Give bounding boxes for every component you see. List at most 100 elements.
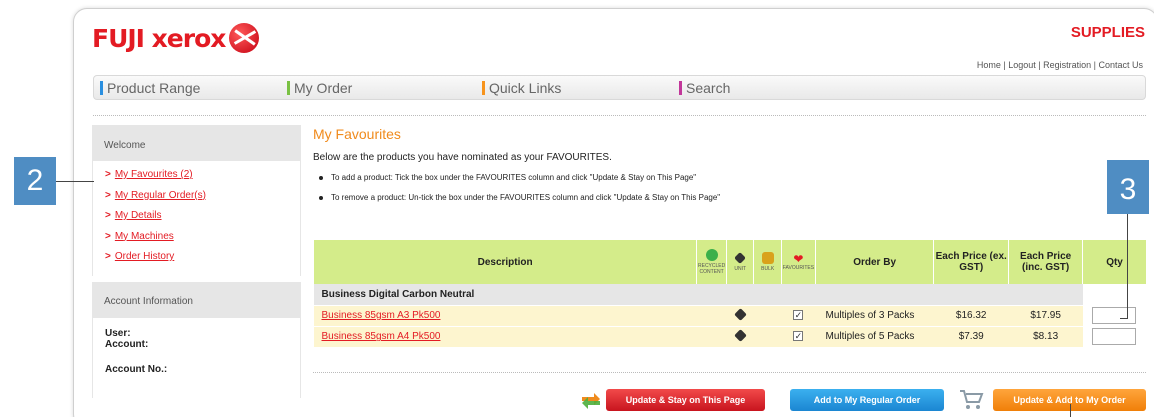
sidebar-item-label[interactable]: My Regular Order(s) bbox=[115, 190, 206, 201]
unit-icon bbox=[733, 307, 747, 321]
nav-label: Quick Links bbox=[489, 80, 562, 96]
page: FUJI xerox SUPPLIES Home | Logout | Regi… bbox=[0, 0, 1154, 417]
sidebar-item-label[interactable]: Order History bbox=[115, 251, 174, 262]
col-favourites: ❤ FAVOURITES bbox=[780, 240, 816, 284]
add-regular-order-button[interactable]: Add to My Regular Order bbox=[790, 389, 944, 411]
col-order-by: Order By bbox=[814, 240, 934, 284]
recycle-icon bbox=[705, 249, 718, 261]
product-link[interactable]: Business 85gsm A3 Pk500 bbox=[322, 310, 441, 321]
sidebar-menu: > My Favourites (2) > My Regular Order(s) … bbox=[92, 161, 301, 276]
recycled-cell bbox=[696, 304, 727, 326]
account-label: Account: bbox=[105, 338, 149, 350]
col-label: UNIT bbox=[734, 266, 747, 272]
col-unit: UNIT bbox=[726, 240, 754, 284]
cart-icon bbox=[960, 390, 984, 409]
update-stay-button[interactable]: Update & Stay on This Page bbox=[606, 389, 765, 411]
sidebar-item-label[interactable]: My Favourites (2) bbox=[115, 169, 193, 180]
home-link[interactable]: Home bbox=[977, 60, 1001, 70]
divider bbox=[93, 115, 1146, 116]
col-price-ex: Each Price (ex. GST) bbox=[933, 240, 1009, 284]
page-title: My Favourites bbox=[313, 126, 401, 142]
top-links: Home | Logout | Registration | Contact U… bbox=[977, 60, 1143, 70]
favourite-cell: ✓ bbox=[781, 325, 816, 347]
arrow-icon: > bbox=[105, 230, 111, 242]
qty-input[interactable] bbox=[1092, 307, 1137, 324]
unit-icon bbox=[733, 328, 747, 342]
instruction-item: To remove a product: Un-tick the box und… bbox=[319, 193, 1143, 213]
sidebar-item-my-machines[interactable]: > My Machines bbox=[105, 227, 300, 248]
table-header: Description RECYCLED CONTENT UNIT BULK ❤… bbox=[312, 240, 1146, 284]
callout-marker: 3 bbox=[1107, 160, 1149, 214]
nav-my-order[interactable]: My Order bbox=[287, 80, 352, 96]
bulk-cell bbox=[753, 304, 782, 326]
account-information-heading: Account Information bbox=[92, 281, 301, 318]
qty-cell bbox=[1082, 325, 1146, 347]
price-inc-cell: $8.13 bbox=[1008, 325, 1083, 347]
bulk-box-icon bbox=[761, 252, 774, 264]
instruction-text: To remove a product: Un-tick the box und… bbox=[331, 193, 721, 202]
arrow-icon: > bbox=[105, 210, 111, 221]
callout-leader bbox=[1070, 404, 1071, 417]
intro-text: Below are the products you have nominate… bbox=[313, 152, 612, 163]
price-ex-cell: $7.39 bbox=[933, 325, 1009, 347]
table-row: Business 85gsm A4 Pk500 ✓ Multiples of 5… bbox=[313, 325, 1146, 347]
nav-label: Search bbox=[686, 80, 731, 96]
logo-text: FUJI xerox bbox=[92, 23, 226, 53]
price-ex-cell: $16.32 bbox=[933, 304, 1009, 326]
recycled-cell bbox=[696, 325, 727, 347]
col-bulk: BULK bbox=[753, 240, 782, 284]
sidebar-item-label[interactable]: My Machines bbox=[115, 231, 174, 242]
unit-icon bbox=[734, 252, 747, 264]
nav-marker-icon bbox=[287, 81, 290, 95]
logout-link[interactable]: Logout bbox=[1008, 60, 1036, 70]
bullet-icon bbox=[319, 175, 323, 180]
favourite-checkbox[interactable]: ✓ bbox=[793, 331, 804, 342]
col-label: FAVOURITES bbox=[782, 265, 815, 271]
bulk-cell bbox=[753, 325, 782, 347]
nav-quick-links[interactable]: Quick Links bbox=[482, 80, 561, 96]
instruction-text: To add a product: Tick the box under the… bbox=[331, 173, 697, 182]
fuji-xerox-logo[interactable]: FUJI xerox bbox=[92, 23, 260, 53]
sidebar-item-my-favourites[interactable]: > My Favourites (2) bbox=[105, 165, 300, 186]
favourite-checkbox[interactable]: ✓ bbox=[793, 310, 804, 320]
col-label: BULK bbox=[761, 266, 775, 272]
heart-icon: ❤ bbox=[793, 252, 804, 266]
order-by-cell: Multiples of 5 Packs bbox=[815, 325, 934, 347]
qty-cell bbox=[1082, 304, 1146, 326]
welcome-heading: Welcome bbox=[92, 125, 301, 161]
sidebar: Welcome > My Favourites (2) > My Regular O… bbox=[92, 125, 301, 398]
nav-product-range[interactable]: Product Range bbox=[100, 80, 200, 96]
nav-marker-icon bbox=[100, 81, 103, 95]
nav-marker-icon bbox=[679, 81, 682, 95]
separator: | bbox=[1035, 60, 1044, 70]
supplies-heading: SUPPLIES bbox=[1070, 24, 1145, 41]
registration-link[interactable]: Registration bbox=[1043, 60, 1091, 70]
callout-leader bbox=[56, 181, 94, 182]
col-price-inc: Each Price (inc. GST) bbox=[1008, 240, 1083, 284]
price-inc-cell: $17.95 bbox=[1008, 304, 1083, 326]
favourites-table: Description RECYCLED CONTENT UNIT BULK ❤… bbox=[312, 240, 1146, 347]
sidebar-item-my-details[interactable]: > My Details bbox=[105, 206, 300, 227]
arrow-icon: > bbox=[105, 169, 111, 180]
nav-label: Product Range bbox=[107, 80, 201, 96]
favourite-cell: ✓ bbox=[781, 304, 816, 326]
callout-leader bbox=[1120, 318, 1128, 319]
sidebar-item-my-regular-orders[interactable]: > My Regular Order(s) bbox=[105, 186, 300, 207]
arrow-icon: > bbox=[105, 189, 111, 201]
description-cell: Business 85gsm A4 Pk500 bbox=[313, 325, 697, 347]
contact-us-link[interactable]: Contact Us bbox=[1098, 60, 1143, 70]
nav-search[interactable]: Search bbox=[679, 80, 730, 96]
instruction-item: To add a product: Tick the box under the… bbox=[319, 173, 1143, 193]
account-no-label: Account No.: bbox=[105, 363, 168, 375]
refresh-icon bbox=[582, 393, 600, 409]
product-link[interactable]: Business 85gsm A4 Pk500 bbox=[322, 331, 441, 342]
xerox-ball-icon bbox=[229, 23, 260, 53]
description-cell: Business 85gsm A3 Pk500 bbox=[313, 304, 697, 326]
nav-label: My Order bbox=[294, 80, 353, 96]
qty-input[interactable] bbox=[1092, 328, 1137, 346]
bullet-icon bbox=[319, 195, 323, 200]
sidebar-item-order-history[interactable]: > Order History bbox=[105, 247, 300, 268]
group-row: Business Digital Carbon Neutral bbox=[313, 284, 1146, 305]
empty-cell bbox=[1082, 284, 1146, 305]
sidebar-item-label[interactable]: My Details bbox=[115, 210, 162, 221]
